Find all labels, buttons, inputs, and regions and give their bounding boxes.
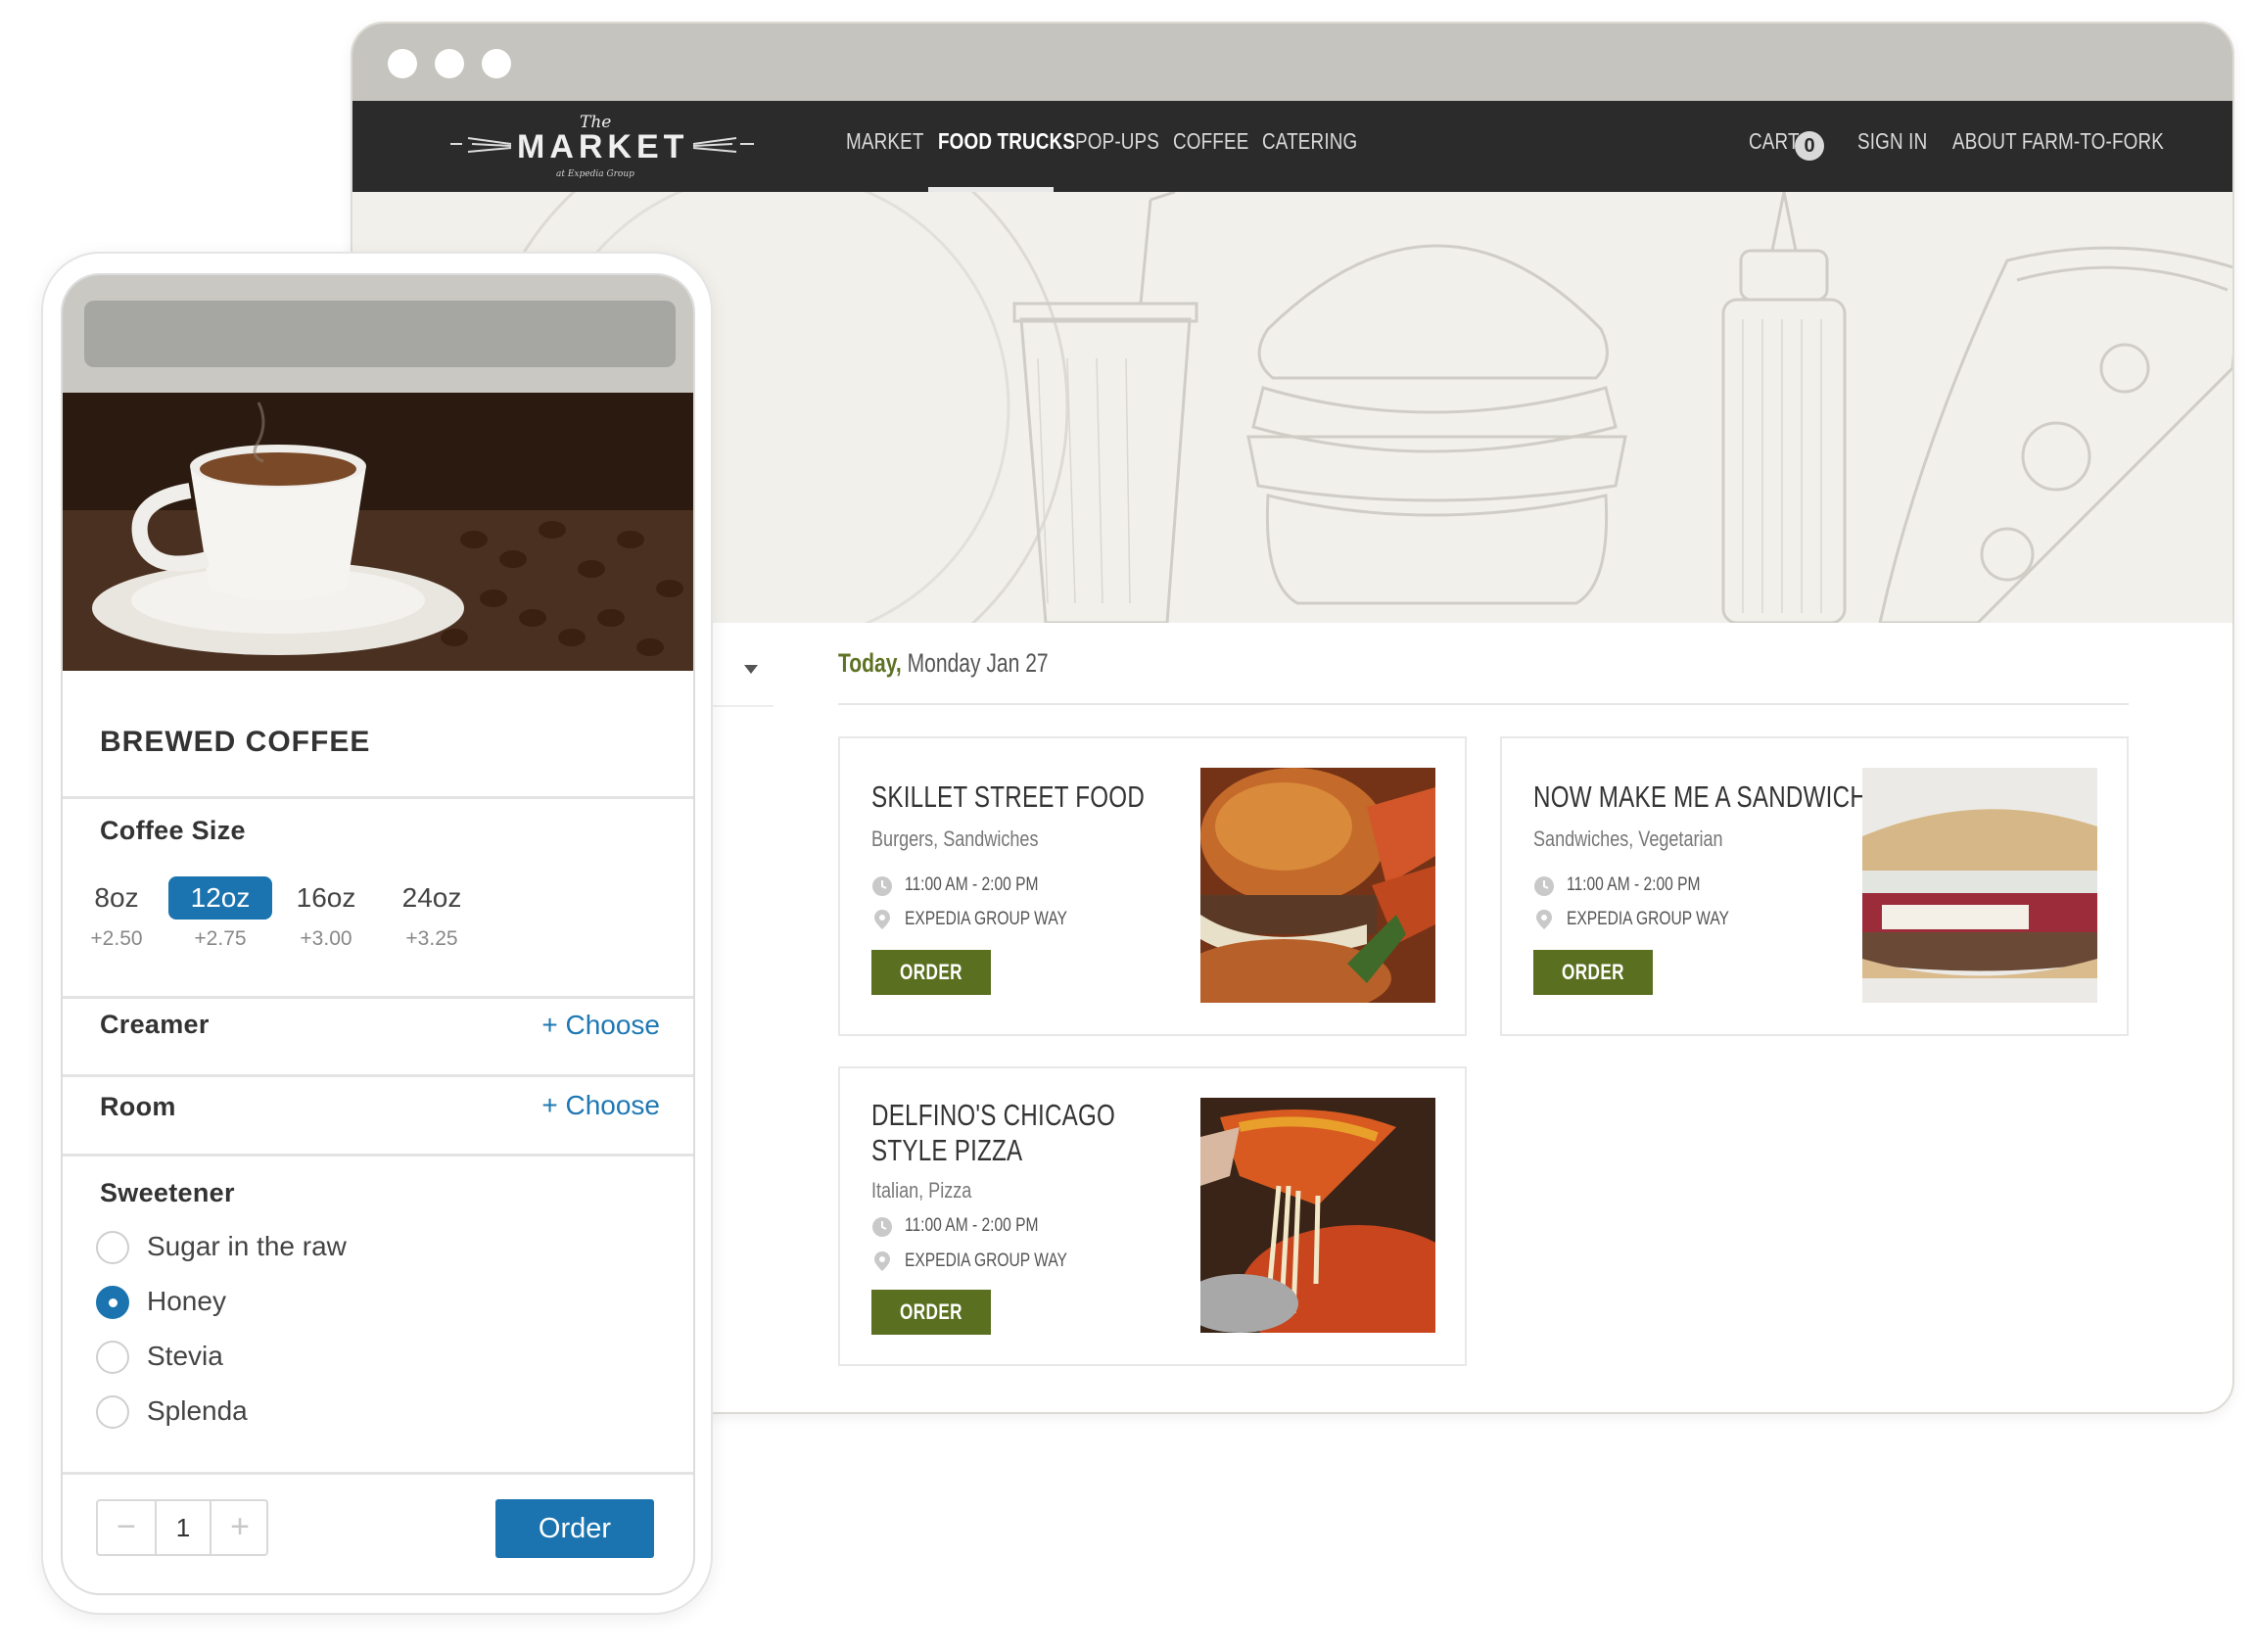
truck-cuisine: Italian, Pizza: [871, 1178, 972, 1203]
truck-cuisine: Burgers, Sandwiches: [871, 826, 1039, 851]
food-truck-card[interactable]: NOW MAKE ME A SANDWICH Sandwiches, Veget…: [1500, 736, 2129, 1036]
nav-coffee[interactable]: COFFEE: [1173, 128, 1248, 155]
room-label: Room: [100, 1092, 176, 1121]
nav-cart[interactable]: CART: [1749, 128, 1800, 155]
room-choose-link[interactable]: + Choose: [541, 1090, 660, 1121]
sandwich-photo: [1862, 768, 2097, 1003]
sweetener-label: Sweetener: [100, 1178, 235, 1207]
size-option-24oz[interactable]: 24oz: [388, 876, 476, 920]
truck-location: EXPEDIA GROUP WAY: [905, 1251, 1067, 1271]
window-close-dot[interactable]: [388, 49, 417, 78]
radio-label[interactable]: Honey: [147, 1286, 226, 1317]
truck-hours: 11:00 AM - 2:00 PM: [1567, 874, 1701, 895]
radio-label[interactable]: Splenda: [147, 1395, 248, 1427]
radio-label[interactable]: Stevia: [147, 1341, 223, 1372]
radio-stevia[interactable]: [96, 1341, 129, 1374]
radio-sugar-in-the-raw[interactable]: [96, 1231, 129, 1264]
order-button[interactable]: ORDER: [1533, 950, 1653, 995]
logo-name: MARKET: [517, 128, 689, 165]
clock-icon: [872, 1217, 892, 1237]
burger-photo: [1200, 768, 1435, 1003]
location-pin-icon: [1536, 910, 1552, 929]
market-logo[interactable]: The MARKET at Expedia Group: [450, 111, 754, 183]
side-divider: [705, 705, 774, 707]
radio-splenda[interactable]: [96, 1395, 129, 1429]
divider: [63, 1154, 693, 1156]
order-button[interactable]: ORDER: [871, 1290, 991, 1335]
size-option-12oz[interactable]: 12oz: [168, 876, 272, 920]
location-pin-icon: [874, 910, 890, 929]
truck-cuisine: Sandwiches, Vegetarian: [1533, 826, 1723, 851]
order-button-label: ORDER: [1562, 960, 1624, 984]
plus-button[interactable]: +: [211, 1501, 268, 1554]
order-button-label: ORDER: [900, 960, 962, 984]
pizza-photo: [1200, 1098, 1435, 1333]
site-navbar: The MARKET at Expedia Group MARKET FOOD …: [352, 101, 2232, 192]
product-title: BREWED COFFEE: [100, 726, 371, 758]
nav-catering[interactable]: CATERING: [1262, 128, 1357, 155]
order-button[interactable]: ORDER: [871, 950, 991, 995]
clock-icon: [1534, 876, 1554, 896]
divider: [63, 1472, 693, 1475]
divider: [63, 796, 693, 799]
truck-hours: 11:00 AM - 2:00 PM: [905, 874, 1039, 895]
truck-location: EXPEDIA GROUP WAY: [1567, 909, 1729, 929]
mobile-browser-bar: [63, 275, 693, 393]
minus-button[interactable]: −: [98, 1501, 155, 1554]
nav-about[interactable]: ABOUT FARM-TO-FORK: [1952, 128, 2164, 155]
food-truck-card[interactable]: DELFINO'S CHICAGO STYLE PIZZA Italian, P…: [838, 1066, 1467, 1366]
radio-honey[interactable]: [96, 1286, 129, 1319]
size-price: +3.00: [300, 927, 352, 950]
date-value: Monday Jan 27: [907, 648, 1049, 678]
food-truck-card[interactable]: SKILLET STREET FOOD Burgers, Sandwiches …: [838, 736, 1467, 1036]
nav-pop-ups[interactable]: POP-UPS: [1075, 128, 1159, 155]
size-price: +2.50: [90, 927, 143, 950]
logo-subtitle: at Expedia Group: [556, 169, 634, 179]
date-divider: [838, 703, 2129, 705]
truck-location: EXPEDIA GROUP WAY: [905, 909, 1067, 929]
radio-label[interactable]: Sugar in the raw: [147, 1231, 347, 1262]
nav-market[interactable]: MARKET: [846, 128, 924, 155]
size-option-16oz[interactable]: 16oz: [282, 876, 370, 920]
creamer-choose-link[interactable]: + Choose: [541, 1010, 660, 1041]
truck-name: DELFINO'S CHICAGO STYLE PIZZA: [871, 1098, 1115, 1168]
creamer-label: Creamer: [100, 1010, 210, 1039]
nav-sign-in[interactable]: SIGN IN: [1857, 128, 1927, 155]
quantity-value[interactable]: 1: [155, 1501, 211, 1554]
truck-name: SKILLET STREET FOOD: [871, 779, 1146, 814]
window-maximize-dot[interactable]: [482, 49, 511, 78]
truck-name-line-2: STYLE PIZZA: [871, 1133, 1023, 1167]
divider: [63, 996, 693, 999]
coffee-photo: [63, 393, 693, 671]
size-option-8oz[interactable]: 8oz: [84, 876, 149, 920]
browser-titlebar: [352, 24, 2232, 101]
size-price: +3.25: [405, 927, 458, 950]
cart-count-badge[interactable]: 0: [1795, 131, 1824, 161]
truck-hours: 11:00 AM - 2:00 PM: [905, 1215, 1039, 1236]
nav-food-trucks[interactable]: FOOD TRUCKS: [938, 128, 1075, 155]
location-pin-icon: [874, 1251, 890, 1271]
date-heading: Today, Monday Jan 27: [838, 648, 1049, 679]
mobile-address-bar[interactable]: [84, 301, 676, 367]
order-button-label: ORDER: [900, 1299, 962, 1324]
clock-icon: [872, 876, 892, 896]
window-minimize-dot[interactable]: [435, 49, 464, 78]
mobile-screen: BREWED COFFEE Coffee Size 8oz 12oz 16oz …: [61, 273, 695, 1595]
mobile-order-button[interactable]: Order: [495, 1499, 654, 1558]
date-today: Today,: [838, 648, 902, 678]
mobile-device: BREWED COFFEE Coffee Size 8oz 12oz 16oz …: [41, 252, 713, 1615]
dropdown-caret-icon[interactable]: [744, 665, 758, 674]
truck-name-line-1: DELFINO'S CHICAGO: [871, 1098, 1116, 1132]
truck-name: NOW MAKE ME A SANDWICH: [1533, 779, 1868, 814]
size-price: +2.75: [194, 927, 247, 950]
coffee-size-label: Coffee Size: [100, 816, 246, 845]
divider: [63, 1074, 693, 1077]
quantity-stepper: − 1 +: [96, 1499, 268, 1556]
